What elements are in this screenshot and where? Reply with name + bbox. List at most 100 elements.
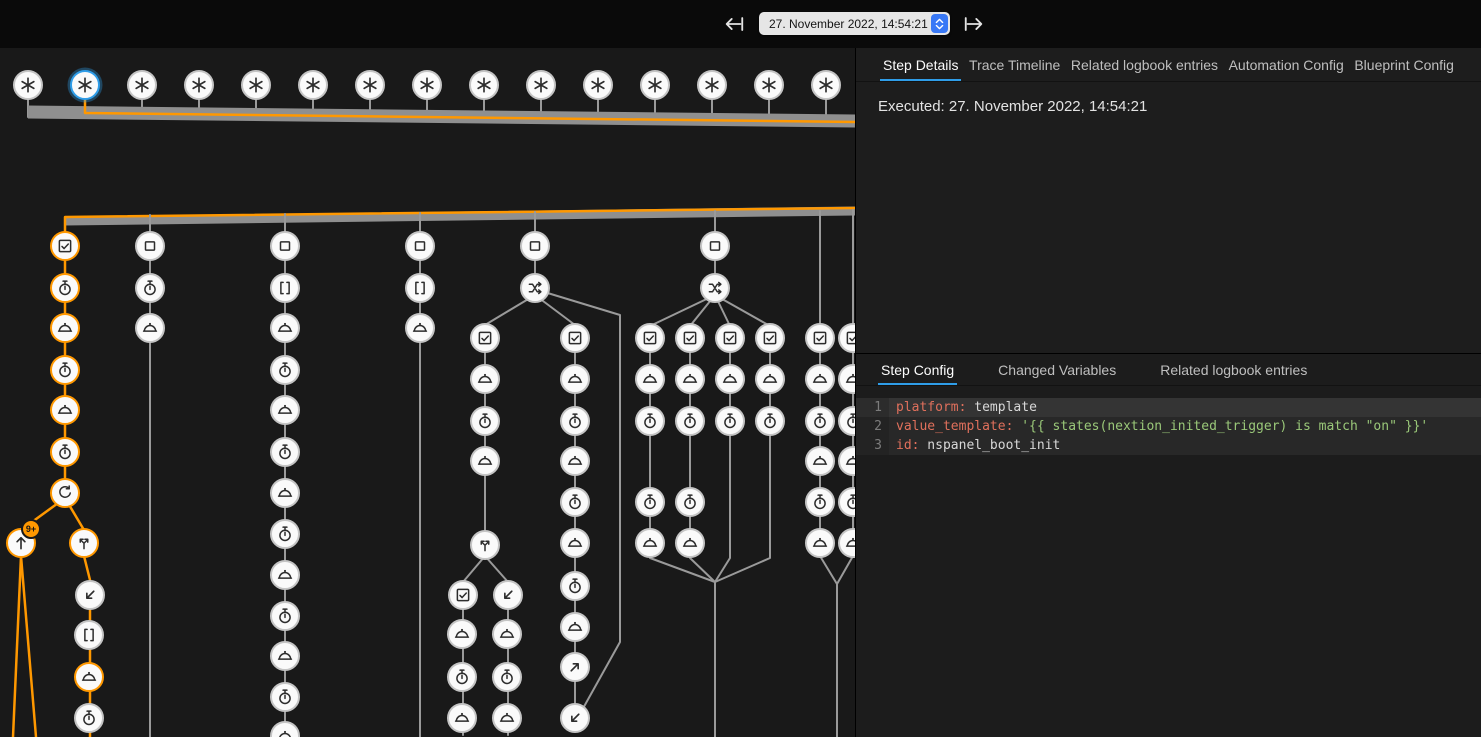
- timer-node[interactable]: [470, 406, 500, 436]
- timer-node[interactable]: [560, 487, 590, 517]
- timer-node[interactable]: [270, 601, 300, 631]
- cloche-node[interactable]: [447, 619, 477, 649]
- cloche-node[interactable]: [805, 446, 835, 476]
- timer-node[interactable]: [74, 703, 104, 733]
- timer-node[interactable]: [755, 406, 785, 436]
- cloche-node[interactable]: [135, 313, 165, 343]
- checkbox-node[interactable]: [448, 580, 478, 610]
- tab-changed-variables[interactable]: Changed Variables: [995, 354, 1119, 385]
- brackets-node[interactable]: [74, 620, 104, 650]
- previous-run-button[interactable]: [721, 12, 747, 36]
- cloche-node[interactable]: [492, 703, 522, 733]
- cloche-node[interactable]: [675, 528, 705, 558]
- timer-node[interactable]: [270, 682, 300, 712]
- timer-node[interactable]: [675, 487, 705, 517]
- asterisk-node[interactable]: [811, 70, 841, 100]
- trace-run-selector[interactable]: 27. November 2022, 14:54:21: [759, 12, 950, 35]
- tab-step-config[interactable]: Step Config: [878, 354, 957, 385]
- cloche-node[interactable]: [560, 528, 590, 558]
- arrow-dl-node[interactable]: [75, 580, 105, 610]
- checkbox-node[interactable]: [635, 323, 665, 353]
- tab-related-logbook-entries[interactable]: Related logbook entries: [1068, 48, 1221, 81]
- cloche-node[interactable]: [270, 560, 300, 590]
- cloche-node[interactable]: [50, 395, 80, 425]
- square-node[interactable]: [520, 231, 550, 261]
- arrow-dl-node[interactable]: [560, 703, 590, 733]
- tab-blueprint-config[interactable]: Blueprint Config: [1351, 48, 1457, 81]
- timer-node[interactable]: [715, 406, 745, 436]
- cloche-node[interactable]: [405, 313, 435, 343]
- asterisk-node[interactable]: [298, 70, 328, 100]
- timer-node[interactable]: [447, 662, 477, 692]
- tab-trace-timeline[interactable]: Trace Timeline: [966, 48, 1063, 81]
- asterisk-node[interactable]: [412, 70, 442, 100]
- shuffle-node[interactable]: [700, 273, 730, 303]
- asterisk-node[interactable]: [640, 70, 670, 100]
- cloche-node[interactable]: [675, 364, 705, 394]
- checkbox-node[interactable]: [715, 323, 745, 353]
- timer-node[interactable]: [270, 355, 300, 385]
- timer-node[interactable]: [805, 406, 835, 436]
- cloche-node[interactable]: [560, 612, 590, 642]
- timer-node[interactable]: [635, 487, 665, 517]
- tab-related-logbook-entries[interactable]: Related logbook entries: [1157, 354, 1310, 385]
- brackets-node[interactable]: [270, 273, 300, 303]
- cloche-node[interactable]: [492, 619, 522, 649]
- asterisk-node[interactable]: [127, 70, 157, 100]
- next-run-button[interactable]: [961, 12, 987, 36]
- cloche-node[interactable]: [270, 313, 300, 343]
- asterisk-node[interactable]: [184, 70, 214, 100]
- timer-node[interactable]: [805, 487, 835, 517]
- cloche-node[interactable]: [270, 395, 300, 425]
- yaml-editor[interactable]: 1platform: template2value_template: '{{ …: [856, 398, 1481, 455]
- timer-node[interactable]: [50, 273, 80, 303]
- timer-node[interactable]: [635, 406, 665, 436]
- cloche-node[interactable]: [715, 364, 745, 394]
- square-node[interactable]: [700, 231, 730, 261]
- checkbox-node[interactable]: [675, 323, 705, 353]
- asterisk-node[interactable]: [469, 70, 499, 100]
- cloche-node[interactable]: [270, 478, 300, 508]
- cloche-node[interactable]: [470, 364, 500, 394]
- cloche-node[interactable]: [50, 313, 80, 343]
- cloche-node[interactable]: [805, 528, 835, 558]
- timer-node[interactable]: [270, 437, 300, 467]
- cloche-node[interactable]: [270, 641, 300, 671]
- square-node[interactable]: [135, 231, 165, 261]
- arrow-dl-node[interactable]: [493, 580, 523, 610]
- refresh-node[interactable]: [50, 478, 80, 508]
- timer-node[interactable]: [675, 406, 705, 436]
- cloche-node[interactable]: [635, 528, 665, 558]
- timer-node[interactable]: [135, 273, 165, 303]
- split-node[interactable]: [470, 530, 500, 560]
- shuffle-node[interactable]: [520, 273, 550, 303]
- checkbox-node[interactable]: [560, 323, 590, 353]
- asterisk-node[interactable]: [355, 70, 385, 100]
- cloche-node[interactable]: [755, 364, 785, 394]
- timer-node[interactable]: [50, 437, 80, 467]
- tab-step-details[interactable]: Step Details: [880, 48, 961, 81]
- asterisk-node[interactable]: [241, 70, 271, 100]
- cloche-node[interactable]: [560, 364, 590, 394]
- checkbox-node[interactable]: [755, 323, 785, 353]
- square-node[interactable]: [405, 231, 435, 261]
- arrow-ur-node[interactable]: [560, 652, 590, 682]
- asterisk-node[interactable]: [697, 70, 727, 100]
- square-node[interactable]: [270, 231, 300, 261]
- split-node[interactable]: [69, 528, 99, 558]
- timer-node[interactable]: [560, 571, 590, 601]
- brackets-node[interactable]: [405, 273, 435, 303]
- cloche-node[interactable]: [447, 703, 477, 733]
- cloche-node[interactable]: [74, 662, 104, 692]
- cloche-node[interactable]: [805, 364, 835, 394]
- cloche-node[interactable]: [560, 446, 590, 476]
- timer-node[interactable]: [270, 519, 300, 549]
- timer-node[interactable]: [50, 355, 80, 385]
- cloche-node[interactable]: [470, 446, 500, 476]
- timer-node[interactable]: [560, 406, 590, 436]
- asterisk-node[interactable]: [583, 70, 613, 100]
- checkbox-node[interactable]: [50, 231, 80, 261]
- asterisk-node[interactable]: [13, 70, 43, 100]
- cloche-node[interactable]: [635, 364, 665, 394]
- asterisk-node[interactable]: [754, 70, 784, 100]
